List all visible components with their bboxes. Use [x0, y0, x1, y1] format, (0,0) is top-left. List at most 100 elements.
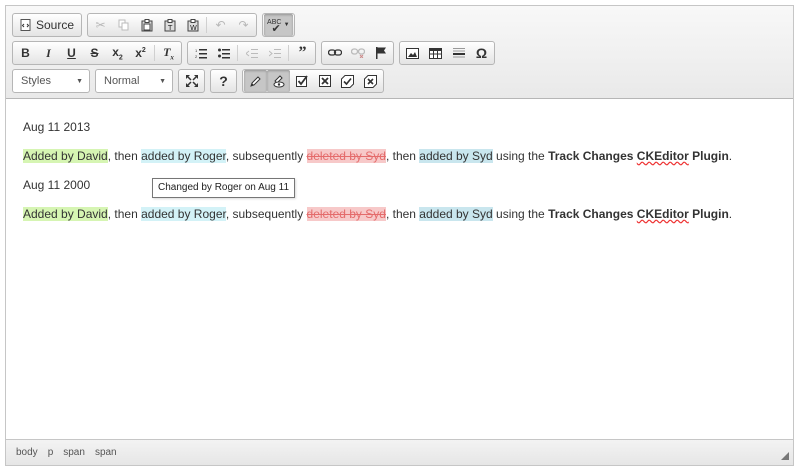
reject-all-button[interactable]: [313, 70, 336, 92]
indent-icon: [268, 48, 281, 59]
spellcheck-group: ABC ✔ ▼: [262, 13, 295, 37]
subscript-button[interactable]: x2: [106, 42, 129, 64]
clipboard-group: ✂ T W ↶ ↷: [87, 13, 258, 37]
accept-one-icon: [341, 74, 354, 88]
insert-group: Ω: [399, 41, 495, 65]
svg-text:2: 2: [195, 54, 198, 59]
flag-icon: [375, 47, 386, 59]
insertion-roger: added by Roger: [141, 149, 226, 163]
paste-from-word-button[interactable]: W: [181, 14, 204, 36]
underline-button[interactable]: U: [60, 42, 83, 64]
track-changes-toggle-button[interactable]: [244, 70, 267, 92]
maximize-icon: [185, 75, 198, 87]
indent-button[interactable]: [263, 42, 286, 64]
spellcheck-button[interactable]: ABC ✔ ▼: [264, 14, 293, 36]
resize-handle-icon[interactable]: [781, 452, 789, 460]
paste-text-icon: T: [164, 18, 176, 32]
cut-button[interactable]: ✂: [89, 14, 112, 36]
source-button[interactable]: Source: [14, 14, 80, 36]
editing-area[interactable]: Aug 11 2013 Added by David, then added b…: [6, 99, 793, 439]
source-label: Source: [36, 18, 75, 32]
subscript-icon: x2: [112, 44, 123, 62]
insertion-david: Added by David: [23, 149, 108, 163]
chevron-down-icon: ▼: [159, 77, 166, 85]
italic-button[interactable]: I: [37, 42, 60, 64]
help-icon: ?: [219, 73, 228, 89]
numbered-list-button[interactable]: 12: [189, 42, 212, 64]
show-changes-button[interactable]: [267, 70, 290, 92]
chevron-down-icon: ▼: [76, 77, 83, 85]
document-group: Source: [12, 13, 83, 37]
table-button[interactable]: [424, 42, 447, 64]
undo-button[interactable]: ↶: [209, 14, 232, 36]
redo-button[interactable]: ↷: [232, 14, 255, 36]
text: using the: [492, 207, 549, 221]
svg-text:T: T: [167, 24, 173, 32]
format-dropdown[interactable]: Normal ▼: [95, 69, 173, 93]
separator: [288, 45, 289, 61]
horizontal-rule-button[interactable]: [447, 42, 470, 64]
element-path-bar: body p span span: [6, 439, 793, 465]
remove-format-button[interactable]: Tx: [157, 42, 180, 64]
insertion-syd: added by Syd: [419, 207, 493, 221]
chevron-down-icon: ▼: [283, 22, 290, 28]
toolbar-row-3: Styles ▼ Normal ▼ ?: [12, 68, 389, 94]
styles-dropdown-label: Styles: [21, 75, 51, 87]
separator: [154, 45, 155, 61]
eye-pencil-icon: [272, 74, 285, 88]
text: , then: [107, 207, 142, 221]
text: .: [728, 149, 733, 163]
insertion-david: Added by David: [23, 207, 108, 221]
text: using the: [492, 149, 549, 163]
copy-button[interactable]: [112, 14, 135, 36]
outdent-icon: [245, 48, 258, 59]
tracked-paragraph-1: Added by David, then added by Roger, sub…: [23, 149, 732, 163]
source-icon: [20, 19, 32, 31]
image-button[interactable]: [401, 42, 424, 64]
paste-text-button[interactable]: T: [158, 14, 181, 36]
tracked-paragraph-2: Added by David, then added by Roger, sub…: [23, 207, 732, 221]
superscript-icon: x2: [135, 46, 146, 60]
path-crumb-body[interactable]: body: [16, 447, 38, 458]
text: , then: [385, 207, 420, 221]
paste-word-icon: W: [187, 18, 199, 32]
unlink-icon: [350, 48, 365, 58]
path-crumb-span[interactable]: span: [63, 447, 85, 458]
horizontal-rule-icon: [452, 47, 465, 59]
image-icon: [406, 47, 419, 59]
copy-icon: [118, 19, 130, 31]
unlink-button[interactable]: [346, 42, 369, 64]
link-button[interactable]: [323, 42, 346, 64]
bold-icon: B: [21, 46, 30, 60]
misspelled-word: CKEditor: [636, 207, 689, 221]
track-changes-group: [242, 69, 384, 93]
date-paragraph-2: Aug 11 2000: [23, 178, 91, 192]
maximize-button[interactable]: [180, 70, 203, 92]
reject-checkbox-icon: [318, 75, 331, 87]
help-button[interactable]: ?: [212, 70, 235, 92]
superscript-button[interactable]: x2: [129, 42, 152, 64]
about-group: ?: [210, 69, 237, 93]
bold-button[interactable]: B: [14, 42, 37, 64]
accept-one-button[interactable]: [336, 70, 359, 92]
styles-dropdown[interactable]: Styles ▼: [12, 69, 90, 93]
accept-all-button[interactable]: [290, 70, 313, 92]
bulleted-list-icon: [217, 48, 230, 59]
reject-one-button[interactable]: [359, 70, 382, 92]
svg-text:W: W: [190, 24, 197, 32]
undo-icon: ↶: [215, 18, 226, 32]
bold-track-changes: Track Changes: [548, 149, 637, 163]
path-crumb-p[interactable]: p: [48, 447, 54, 458]
anchor-button[interactable]: [369, 42, 392, 64]
outdent-button[interactable]: [240, 42, 263, 64]
bulleted-list-button[interactable]: [212, 42, 235, 64]
strike-button[interactable]: S: [83, 42, 106, 64]
blockquote-button[interactable]: ”: [291, 42, 314, 64]
special-char-button[interactable]: Ω: [470, 42, 493, 64]
paste-button[interactable]: [135, 14, 158, 36]
svg-text:1: 1: [195, 48, 198, 53]
strikethrough-icon: S: [90, 46, 99, 60]
blockquote-icon: ”: [298, 44, 307, 61]
redo-icon: ↷: [238, 18, 249, 32]
path-crumb-span[interactable]: span: [95, 447, 117, 458]
